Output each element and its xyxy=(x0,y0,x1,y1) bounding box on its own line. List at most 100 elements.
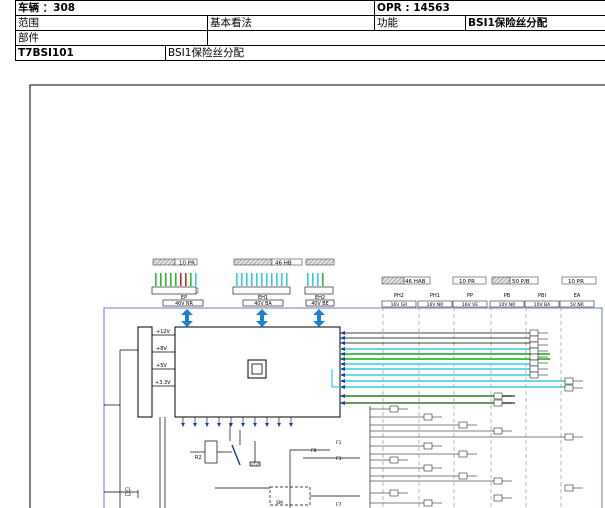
fuse-box xyxy=(493,477,503,485)
fuse-box xyxy=(529,329,539,337)
fuse-box xyxy=(423,413,433,421)
bus-arrow xyxy=(340,331,345,335)
bus-arrow xyxy=(340,394,345,398)
pin-bar xyxy=(286,273,288,286)
connector-right-spec: 5V NR xyxy=(570,302,584,308)
tag-label-5: 50 P/B xyxy=(512,279,530,285)
mcu-pin-arrow xyxy=(193,423,197,427)
fuse-box xyxy=(529,341,539,349)
fuse-box xyxy=(423,464,433,472)
pin-bar xyxy=(160,273,162,286)
tag-label-4: 10 PR xyxy=(459,279,475,285)
mcu-bottom-pins xyxy=(181,417,293,427)
arrow-eh1 xyxy=(256,309,268,327)
label-f3: F3 xyxy=(336,456,342,462)
pin-bar xyxy=(256,273,258,286)
fuse-box xyxy=(493,399,503,407)
pin-bar xyxy=(195,273,197,286)
pin-bar xyxy=(261,273,263,286)
voltage-5v: +5V xyxy=(156,363,167,369)
pin-bar xyxy=(266,273,268,286)
connector-ep-spec: 40V NR xyxy=(175,301,193,307)
mcu-pin-arrow xyxy=(265,423,269,427)
connector-right-name: PB xyxy=(504,293,511,299)
pin-bar xyxy=(307,273,309,286)
bus-arrow xyxy=(340,341,345,345)
label-f7: F7 xyxy=(336,502,342,508)
pin-bar xyxy=(246,273,248,286)
bus-arrow xyxy=(340,379,345,383)
pin-bar xyxy=(322,273,324,286)
fuse-box xyxy=(564,377,574,385)
pin-bar xyxy=(251,273,253,286)
fuse-box xyxy=(493,494,503,502)
bus-arrow xyxy=(340,362,345,366)
bus-arrow xyxy=(340,352,345,356)
fuse-box xyxy=(458,421,468,429)
lower-circuit xyxy=(104,417,360,508)
connector-eh2-spec: 40V BE xyxy=(311,301,328,307)
connector-eh1-name: EH1 xyxy=(258,295,268,301)
connector-right-spec: 16V NR xyxy=(427,302,444,308)
bus-arrow xyxy=(340,367,345,371)
bus-arrow xyxy=(340,357,345,361)
arrow-eh2 xyxy=(313,309,325,327)
fuse-box xyxy=(423,499,433,507)
fuse-box xyxy=(423,442,433,450)
connector-right-name: PH1 xyxy=(430,293,440,299)
connector-right-spec: 10V NR xyxy=(499,302,516,308)
mcu-pin-arrow xyxy=(289,423,293,427)
fuse-box xyxy=(529,347,539,355)
fuse-boxes xyxy=(369,329,583,508)
fuse-box xyxy=(493,427,503,435)
arrow-group xyxy=(181,309,325,327)
pin-bar xyxy=(317,273,319,286)
mcu-pin-arrow xyxy=(181,423,185,427)
pin-bar xyxy=(241,273,243,286)
voltage-12v: +12V xyxy=(156,329,171,335)
connector-right-spec: 16V VE xyxy=(462,302,478,308)
fuse-box xyxy=(564,484,574,492)
voltage-lines xyxy=(152,334,175,387)
fuse-box xyxy=(529,365,539,373)
mcu-pin-arrow xyxy=(253,423,257,427)
pin-bar xyxy=(180,273,182,286)
fuse-box xyxy=(564,433,574,441)
mcu-pin-arrow xyxy=(277,423,281,427)
tag-label-2: 46 HB xyxy=(275,261,292,267)
connector-eh2-name: EH2 xyxy=(315,295,325,301)
voltage-33v: +3.3V xyxy=(155,380,171,386)
fuse-diagram: 10 PR 46 HB 46 HAB 10 PR 50 P/B 10 PR EP xyxy=(29,84,605,508)
connector-right-name: PP xyxy=(467,293,473,299)
fuse-box xyxy=(529,353,539,361)
connector-right-spec: 10V BA xyxy=(534,302,551,308)
tag-label-6: 10 PR xyxy=(568,279,584,285)
pin-bar xyxy=(190,273,192,286)
arrow-ep xyxy=(181,309,193,327)
fuse-box xyxy=(389,405,399,413)
tag-label-3: 46 HAB xyxy=(405,279,426,285)
mcu-pin-arrow xyxy=(229,423,233,427)
pin-bar xyxy=(185,273,187,286)
bus-arrow xyxy=(340,401,345,405)
label-f8: F8 xyxy=(311,448,317,454)
fuse-box xyxy=(529,359,539,367)
fuse-box xyxy=(389,489,399,497)
fuse-box xyxy=(389,456,399,464)
mcu-pin-arrow xyxy=(205,423,209,427)
tag-label-1: 10 PR xyxy=(179,261,195,267)
fuse-box xyxy=(493,392,503,400)
label-sm: SM xyxy=(276,500,283,506)
mcu-pin-arrow xyxy=(217,423,221,427)
label-f1: F1 xyxy=(336,440,342,446)
mcu-pin-arrow xyxy=(241,423,245,427)
pin-bar xyxy=(155,273,157,286)
fuse-box xyxy=(529,371,539,379)
fuse-box xyxy=(564,384,574,392)
connector-ep-name: EP xyxy=(181,295,187,301)
connector-right-spec: 16V GR xyxy=(391,302,408,308)
fuse-box xyxy=(529,335,539,343)
pin-bar xyxy=(170,273,172,286)
pin-bar xyxy=(175,273,177,286)
bus-arrow xyxy=(340,385,345,389)
